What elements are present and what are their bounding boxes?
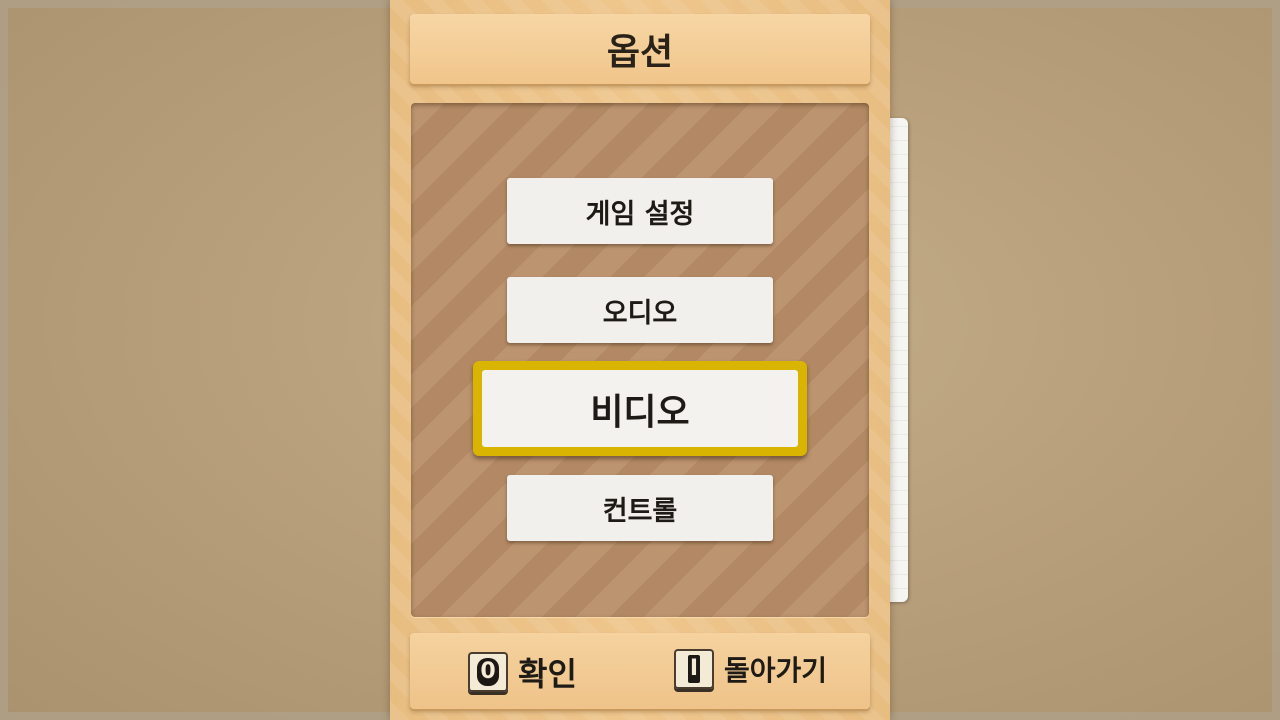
menu-item-video[interactable]: 비디오 <box>473 361 807 456</box>
menu-item-game-settings[interactable]: 게임 설정 <box>507 178 773 244</box>
menu-item-label: 게임 설정 <box>585 198 695 230</box>
menu-item-label: 비디오 <box>590 391 690 433</box>
back-label: 돌아가기 <box>724 654 828 687</box>
menu-item-label: 컨트롤 <box>602 495 678 527</box>
page-title: 옵션 <box>606 32 674 73</box>
menu-item-controls[interactable]: 컨트롤 <box>507 475 773 541</box>
confirm-label: 확인 <box>518 655 577 693</box>
confirm-hint[interactable]: 0 확인 <box>468 649 577 695</box>
title-bar: 옵션 <box>410 14 870 84</box>
button-1-icon: I <box>674 649 714 689</box>
selection-highlight: 비디오 <box>482 370 798 447</box>
back-hint[interactable]: I 돌아가기 <box>674 649 827 689</box>
menu-item-audio[interactable]: 오디오 <box>507 277 773 343</box>
menu-item-label: 오디오 <box>602 297 678 329</box>
button-hint-bar: 0 확인 I 돌아가기 <box>410 633 870 709</box>
button-0-icon: 0 <box>468 652 508 692</box>
